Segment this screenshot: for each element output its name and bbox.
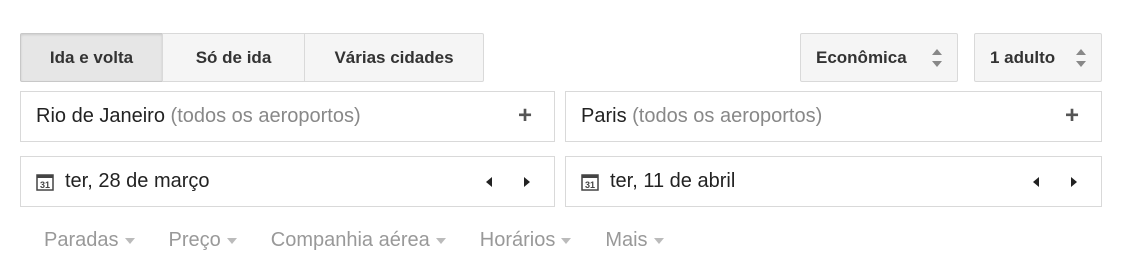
return-date-field[interactable]: 31 ter, 11 de abril — [565, 156, 1102, 207]
passengers-label: 1 adulto — [990, 47, 1056, 67]
dropdown-arrow-icon — [124, 237, 135, 244]
previous-day-icon[interactable] — [482, 174, 496, 190]
updown-icon — [932, 49, 942, 67]
dropdown-arrow-icon — [653, 237, 664, 244]
trip-type-toggle: Ida e volta Só de ida Várias cidades — [20, 33, 484, 82]
departure-date-text: ter, 28 de março — [65, 170, 210, 192]
next-day-icon[interactable] — [520, 174, 534, 190]
svg-text:31: 31 — [585, 180, 595, 190]
trip-type-round-trip-button[interactable]: Ida e volta — [20, 33, 163, 82]
filter-more[interactable]: Mais — [605, 229, 664, 252]
trip-type-one-way-button[interactable]: Só de ida — [162, 33, 305, 82]
cabin-class-label: Econômica — [816, 47, 907, 67]
svg-text:31: 31 — [40, 180, 50, 190]
dropdown-arrow-icon — [226, 237, 237, 244]
filter-label: Horários — [479, 229, 556, 251]
filter-label: Paradas — [44, 229, 119, 251]
updown-icon — [1076, 49, 1086, 67]
dropdown-arrow-icon — [435, 237, 446, 244]
filter-airline[interactable]: Companhia aérea — [271, 229, 446, 252]
origin-city: Rio de Janeiro — [36, 105, 165, 127]
filter-times[interactable]: Horários — [480, 229, 572, 252]
return-date-text: ter, 11 de abril — [610, 170, 736, 192]
cabin-class-select[interactable]: Econômica — [800, 33, 958, 82]
filter-price[interactable]: Preço — [169, 229, 237, 252]
trip-type-multi-city-button[interactable]: Várias cidades — [304, 33, 484, 82]
destination-text: Paris (todos os aeroportos) — [566, 105, 822, 128]
destination-city: Paris — [581, 105, 627, 127]
calendar-icon: 31 — [36, 174, 54, 191]
passengers-select[interactable]: 1 adulto — [974, 33, 1102, 82]
filter-stops[interactable]: Paradas — [44, 229, 135, 252]
dropdown-arrow-icon — [561, 237, 572, 244]
filter-bar: Paradas Preço Companhia aérea Horários M… — [44, 229, 698, 252]
destination-qualifier: (todos os aeroportos) — [632, 105, 823, 127]
plus-icon[interactable]: + — [1063, 104, 1081, 128]
next-day-icon[interactable] — [1067, 174, 1081, 190]
plus-icon[interactable]: + — [516, 104, 534, 128]
origin-qualifier: (todos os aeroportos) — [170, 105, 361, 127]
calendar-icon: 31 — [581, 174, 599, 191]
previous-day-icon[interactable] — [1029, 174, 1043, 190]
filter-label: Companhia aérea — [270, 229, 430, 251]
filter-label: Mais — [605, 229, 648, 251]
departure-date-field[interactable]: 31 ter, 28 de março — [20, 156, 555, 207]
destination-field[interactable]: Paris (todos os aeroportos) + — [565, 91, 1102, 142]
origin-text: Rio de Janeiro (todos os aeroportos) — [21, 105, 361, 128]
origin-field[interactable]: Rio de Janeiro (todos os aeroportos) + — [20, 91, 555, 142]
filter-label: Preço — [168, 229, 221, 251]
